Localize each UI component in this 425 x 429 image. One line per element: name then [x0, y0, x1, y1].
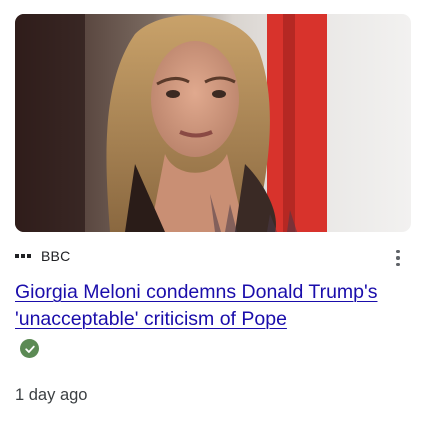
article-thumbnail[interactable]: [15, 14, 411, 232]
source-row: BBC: [15, 246, 70, 266]
check-circle-icon: [20, 339, 39, 358]
news-card: BBC Giorgia Meloni condemns Donald Trump…: [0, 0, 425, 429]
source-name: BBC: [41, 248, 71, 264]
news-photo: [15, 14, 411, 232]
bbc-logo-icon: [15, 254, 31, 258]
published-time: 1 day ago: [15, 386, 88, 404]
article-headline-link[interactable]: Giorgia Meloni condemns Donald Trump's '…: [15, 279, 415, 333]
more-options-button[interactable]: [389, 247, 407, 269]
